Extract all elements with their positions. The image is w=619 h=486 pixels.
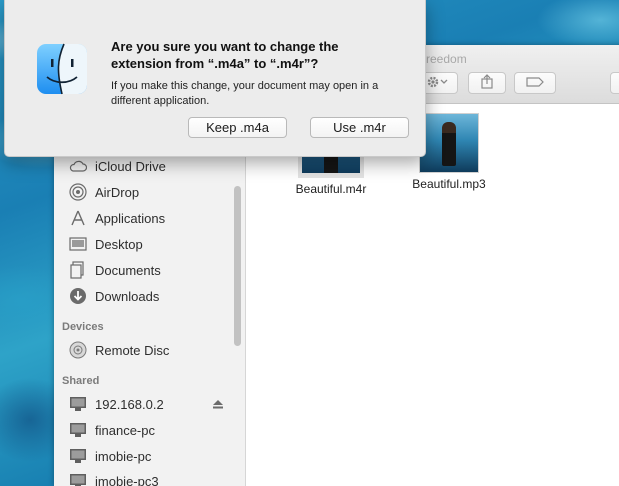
sidebar-header-shared: Shared [62,375,100,387]
computer-icon [68,421,88,439]
computer-icon [68,395,88,413]
sidebar-item-label: Documents [95,262,161,278]
sidebar-item-label: Remote Disc [95,342,170,358]
album-art-thumbnail [302,155,360,173]
sidebar-item-label: Desktop [95,236,143,252]
sidebar-item-label: iCloud Drive [95,158,166,174]
sidebar-item-shared-finance-pc[interactable]: finance-pc [68,419,155,441]
share-button[interactable] [468,72,506,94]
desktop-icon [68,235,88,253]
downloads-icon [68,287,88,305]
sidebar-item-documents[interactable]: Documents [68,259,161,281]
finder-sidebar: iCloud Drive AirDrop Applications Deskto… [54,104,246,486]
use-new-extension-button[interactable]: Use .m4r [310,117,409,138]
sidebar-item-icloud-drive[interactable]: iCloud Drive [68,155,166,177]
sidebar-item-desktop[interactable]: Desktop [68,233,143,255]
finder-content: Beautiful.m4r Beautiful.mp3 [246,104,619,486]
sidebar-item-label: 192.168.0.2 [95,396,164,412]
album-art-thumbnail [419,113,479,173]
airdrop-icon [68,183,88,201]
gear-icon [426,75,448,92]
alert-message: If you make this change, your document m… [111,80,379,107]
alert-title: Are you sure you want to change the exte… [111,39,339,71]
sidebar-scrollbar[interactable] [234,186,241,346]
computer-icon [68,447,88,465]
sidebar-item-label: imobie-pc3 [95,473,159,486]
file-item-beautiful-m4r[interactable]: Beautiful.m4r [286,152,376,196]
sidebar-header-devices: Devices [62,321,104,333]
sidebar-item-shared-imobie-pc[interactable]: imobie-pc [68,445,151,467]
sidebar-item-remote-disc[interactable]: Remote Disc [68,339,169,361]
sidebar-item-shared-imobie-pc3[interactable]: imobie-pc3 [68,470,159,486]
tag-icon [526,76,544,90]
documents-icon [68,261,88,279]
window-title: reedom [426,52,467,66]
sidebar-item-label: finance-pc [95,422,155,438]
applications-icon [68,209,88,227]
sidebar-item-downloads[interactable]: Downloads [68,285,159,307]
disc-icon [68,341,88,359]
search-field-button[interactable] [610,72,619,94]
edit-tags-button[interactable] [514,72,556,94]
keep-extension-button[interactable]: Keep .m4a [188,117,287,138]
cloud-icon [68,157,88,175]
share-icon [480,74,494,92]
sidebar-item-label: AirDrop [95,184,140,200]
sidebar-item-applications[interactable]: Applications [68,207,165,229]
sidebar-item-airdrop[interactable]: AirDrop [68,181,139,203]
file-name: Beautiful.mp3 [412,177,486,191]
rename-extension-alert: Are you sure you want to change the exte… [4,0,426,157]
file-name: Beautiful.m4r [295,182,367,196]
sidebar-item-label: imobie-pc [95,448,152,464]
eject-icon[interactable] [213,397,223,412]
computer-icon [68,472,88,486]
sidebar-item-label: Applications [95,210,166,226]
finder-icon [35,42,89,96]
sidebar-item-label: Downloads [95,288,160,304]
sidebar-item-shared-192-168-0-2[interactable]: 192.168.0.2 [68,393,233,415]
